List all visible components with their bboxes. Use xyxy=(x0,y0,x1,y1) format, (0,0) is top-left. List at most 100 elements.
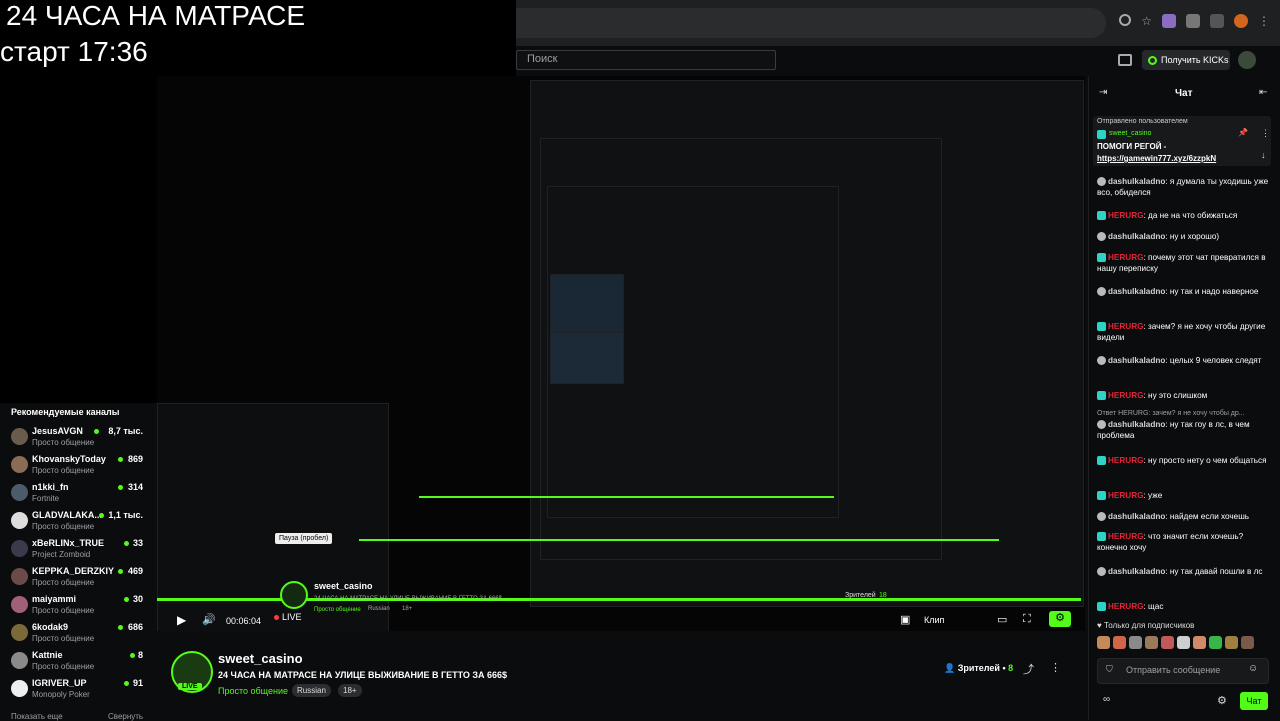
embedded-stream-title: 24 ЧАСА НА МАТРАСЕ НА УЛИЦЕ ВЫЖИВАНИЕ В … xyxy=(314,596,502,602)
sidebar-toggle-icon[interactable] xyxy=(1118,54,1132,66)
chat-username[interactable]: dashulkaladno xyxy=(1108,420,1165,429)
emote-icon[interactable] xyxy=(1129,636,1142,649)
channel-name: 6kodak9 xyxy=(32,622,69,632)
chat-username[interactable]: dashulkaladno xyxy=(1108,232,1165,241)
emote-icon[interactable] xyxy=(1209,636,1222,649)
chat-username[interactable]: HERURG xyxy=(1108,322,1143,331)
chat-username[interactable]: dashulkaladno xyxy=(1108,512,1165,521)
channel-viewers: 30 xyxy=(132,594,143,604)
pinned-user[interactable]: sweet_casino xyxy=(1109,130,1151,137)
send-chat-button[interactable]: Чат xyxy=(1240,692,1268,710)
live-badge: LIVE xyxy=(178,683,202,690)
chat-username[interactable]: HERURG xyxy=(1108,391,1143,400)
kicks-icon xyxy=(1148,55,1157,65)
chat-username[interactable]: dashulkaladno xyxy=(1108,567,1165,576)
emote-icon[interactable] xyxy=(1193,636,1206,649)
sidebar-channel[interactable]: maiyammi Просто общение 30 xyxy=(11,592,151,618)
theater-mode-icon[interactable]: ▣ xyxy=(900,613,910,626)
emote-icon[interactable] xyxy=(1241,636,1254,649)
sidebar-channel[interactable]: IGRIVER_UP Monopoly Poker 91 xyxy=(11,676,151,702)
chat-input[interactable]: ⛉ Отправить сообщение ☺ xyxy=(1097,658,1269,684)
pin-menu-icon[interactable]: ⋮ xyxy=(1261,128,1270,139)
tag-language[interactable]: Russian xyxy=(292,684,331,697)
elapsed-time: 00:06:04 xyxy=(226,616,262,626)
user-avatar[interactable] xyxy=(1238,51,1256,69)
channel-name: KEPPKA_DERZKIY xyxy=(32,566,115,576)
channel-name: KhovanskyToday xyxy=(32,454,106,464)
sidebar-channel[interactable]: 6kodak9 Просто общение 686 xyxy=(11,620,151,646)
video-player[interactable]: ▶ 🔊 00:06:04 LIVE Пауза (пробел) sweet_c… xyxy=(157,76,1085,631)
channel-viewers: 33 xyxy=(132,538,143,548)
chat-username[interactable]: HERURG xyxy=(1108,211,1143,220)
chat-users-icon[interactable]: ⇤ xyxy=(1259,87,1267,98)
sidebar-channel[interactable]: Kattnie Просто общение 8 xyxy=(11,648,151,674)
emote-icon[interactable] xyxy=(1097,636,1110,649)
profile-icon[interactable] xyxy=(1234,14,1248,28)
channel-name[interactable]: sweet_casino xyxy=(218,651,303,666)
media-icon[interactable] xyxy=(1210,14,1224,28)
puzzle-icon[interactable] xyxy=(1186,14,1200,28)
chat-username[interactable]: HERURG xyxy=(1108,491,1143,500)
embedded-tag: Russian xyxy=(368,606,390,612)
chat-text: щас xyxy=(1148,602,1164,611)
chat-username[interactable]: HERURG xyxy=(1108,456,1143,465)
emote-icon[interactable] xyxy=(1161,636,1174,649)
user-badge-icon xyxy=(1097,512,1106,522)
reply-preview[interactable]: Ответ HERURG: зачем? я не хочу чтобы др.… xyxy=(1097,408,1273,419)
user-badge-icon xyxy=(1097,322,1106,332)
get-kicks-label: Получить KICKs xyxy=(1161,55,1229,65)
share-icon[interactable]: ⤴ xyxy=(1023,661,1034,677)
chat-input-placeholder: Отправить сообщение xyxy=(1126,665,1221,675)
menu-icon[interactable]: ⋮ xyxy=(1258,14,1270,28)
expand-icon[interactable]: ↓ xyxy=(1261,150,1266,160)
pinned-link[interactable]: https://gamewin777.xyz/6zzpkN xyxy=(1097,154,1216,163)
stream-category[interactable]: Просто общение xyxy=(218,686,288,696)
star-icon[interactable]: ☆ xyxy=(1141,14,1152,28)
get-kicks-button[interactable]: Получить KICKs xyxy=(1142,50,1230,70)
sidebar-channel[interactable]: KEPPKA_DERZKIY Просто общение 469 xyxy=(11,564,151,590)
chat-settings-icon[interactable]: ⚙ xyxy=(1217,694,1227,707)
chat-username[interactable]: HERURG xyxy=(1108,532,1143,541)
emote-icon[interactable] xyxy=(1177,636,1190,649)
channel-viewers: 469 xyxy=(127,566,143,576)
play-icon[interactable]: ▶ xyxy=(177,613,186,627)
settings-icon[interactable]: ⚙ xyxy=(1049,611,1071,627)
overlay-start-time: старт 17:36 xyxy=(0,36,148,67)
stream-info: LIVE sweet_casino 24 ЧАСА НА МАТРАСЕ НА … xyxy=(157,631,1085,720)
emote-icon[interactable] xyxy=(1113,636,1126,649)
tag-age[interactable]: 18+ xyxy=(338,684,362,697)
live-dot xyxy=(99,513,104,518)
fullscreen-icon[interactable]: ⛶ xyxy=(1023,613,1031,626)
pip-icon[interactable]: ▭ xyxy=(997,613,1007,626)
channel-name: Kattnie xyxy=(32,650,63,660)
pinned-message[interactable]: Отправлено пользователем 📌 ⋮ sweet_casin… xyxy=(1093,116,1271,166)
chat-username[interactable]: dashulkaladno xyxy=(1108,177,1165,186)
sidebar-channel[interactable]: JesusAVGN Просто общение 8,7 тыс. xyxy=(11,424,151,450)
search-input[interactable]: Поиск xyxy=(516,50,776,70)
collapse-chat-icon[interactable]: ⇥ xyxy=(1099,87,1107,98)
emoji-icon[interactable]: ☺ xyxy=(1248,663,1258,674)
sidebar-channel[interactable]: KhovanskyToday Просто общение 869 xyxy=(11,452,151,478)
more-options-icon[interactable]: ⋮ xyxy=(1050,661,1061,674)
chat-username[interactable]: HERURG xyxy=(1108,253,1143,262)
volume-icon[interactable]: 🔊 xyxy=(202,613,216,626)
emote-icon[interactable] xyxy=(1225,636,1238,649)
chat-username[interactable]: HERURG xyxy=(1108,602,1143,611)
chat-username[interactable]: dashulkaladno xyxy=(1108,287,1165,296)
address-bar[interactable] xyxy=(516,8,1106,38)
user-badge-icon xyxy=(1097,456,1106,466)
chat-username[interactable]: dashulkaladno xyxy=(1108,356,1165,365)
sidebar-channel[interactable]: n1kki_fn Fortnite 314 xyxy=(11,480,151,506)
avatar xyxy=(11,484,28,501)
sidebar-channel[interactable]: xBeRLINx_TRUE Project Zomboid 33 xyxy=(11,536,151,562)
search-placeholder: Поиск xyxy=(527,53,558,65)
sidebar-channel[interactable]: GLADVALAKA... Просто общение 1,1 тыс. xyxy=(11,508,151,534)
chat-message: dashulkaladno: я думала ты уходишь уже в… xyxy=(1097,177,1269,197)
clip-button[interactable]: Клип xyxy=(924,615,944,625)
pin-icon[interactable]: 📌 xyxy=(1238,128,1248,137)
extension-icon[interactable] xyxy=(1162,14,1176,28)
zoom-icon[interactable] xyxy=(1119,14,1132,26)
infinity-icon[interactable]: ∞ xyxy=(1103,694,1110,705)
avatar xyxy=(11,540,28,557)
emote-icon[interactable] xyxy=(1145,636,1158,649)
